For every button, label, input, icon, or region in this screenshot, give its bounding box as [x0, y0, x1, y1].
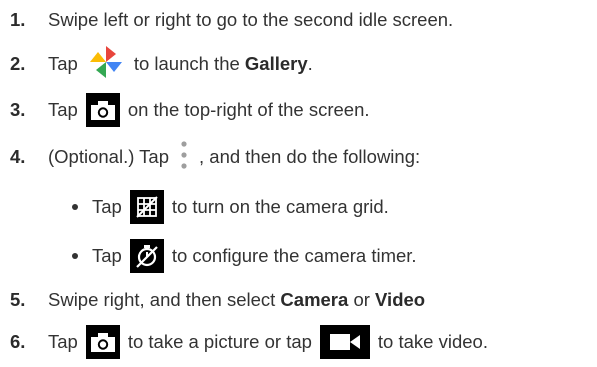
step-number: 4. — [10, 146, 26, 167]
bullet-dot — [72, 204, 78, 210]
step-text: Swipe right, and then select — [48, 289, 276, 310]
bullet-text: Tap — [92, 245, 122, 266]
step-text: Tap — [48, 53, 78, 74]
video-icon — [319, 325, 370, 359]
step-text: or — [353, 289, 370, 310]
video-label: Video — [375, 289, 426, 310]
timer-icon — [129, 239, 164, 273]
step-text: Tap — [48, 99, 78, 120]
gallery-label: Gallery — [244, 53, 308, 74]
gallery-pinwheel-icon — [86, 42, 126, 87]
bullet-dot — [72, 253, 78, 259]
camera-icon — [85, 325, 120, 359]
grid-icon — [129, 190, 164, 224]
bullet-text: to configure the camera timer. — [171, 245, 417, 266]
step-text: to launch the — [133, 53, 240, 74]
bullet-text: to turn on the camera grid. — [171, 196, 389, 217]
camera-icon — [85, 93, 120, 127]
step-text: to take video. — [377, 331, 488, 352]
camera-label: Camera — [280, 289, 349, 310]
step-number: 3. — [10, 99, 26, 120]
step-text: , and then do the following: — [199, 146, 421, 167]
step-text-end: . — [307, 53, 313, 74]
step-text: (Optional.) Tap — [48, 146, 169, 167]
more-vertical-icon — [177, 136, 191, 179]
step-text: Swipe left or right to go to the second … — [48, 9, 454, 30]
bullet-text: Tap — [92, 196, 122, 217]
step-text: on the top-right of the screen. — [127, 99, 370, 120]
step-number: 6. — [10, 331, 26, 352]
step-number: 1. — [10, 9, 26, 30]
step-number: 5. — [10, 289, 26, 310]
step-number: 2. — [10, 53, 26, 74]
step-text: to take a picture or tap — [127, 331, 312, 352]
step-text: Tap — [48, 331, 78, 352]
